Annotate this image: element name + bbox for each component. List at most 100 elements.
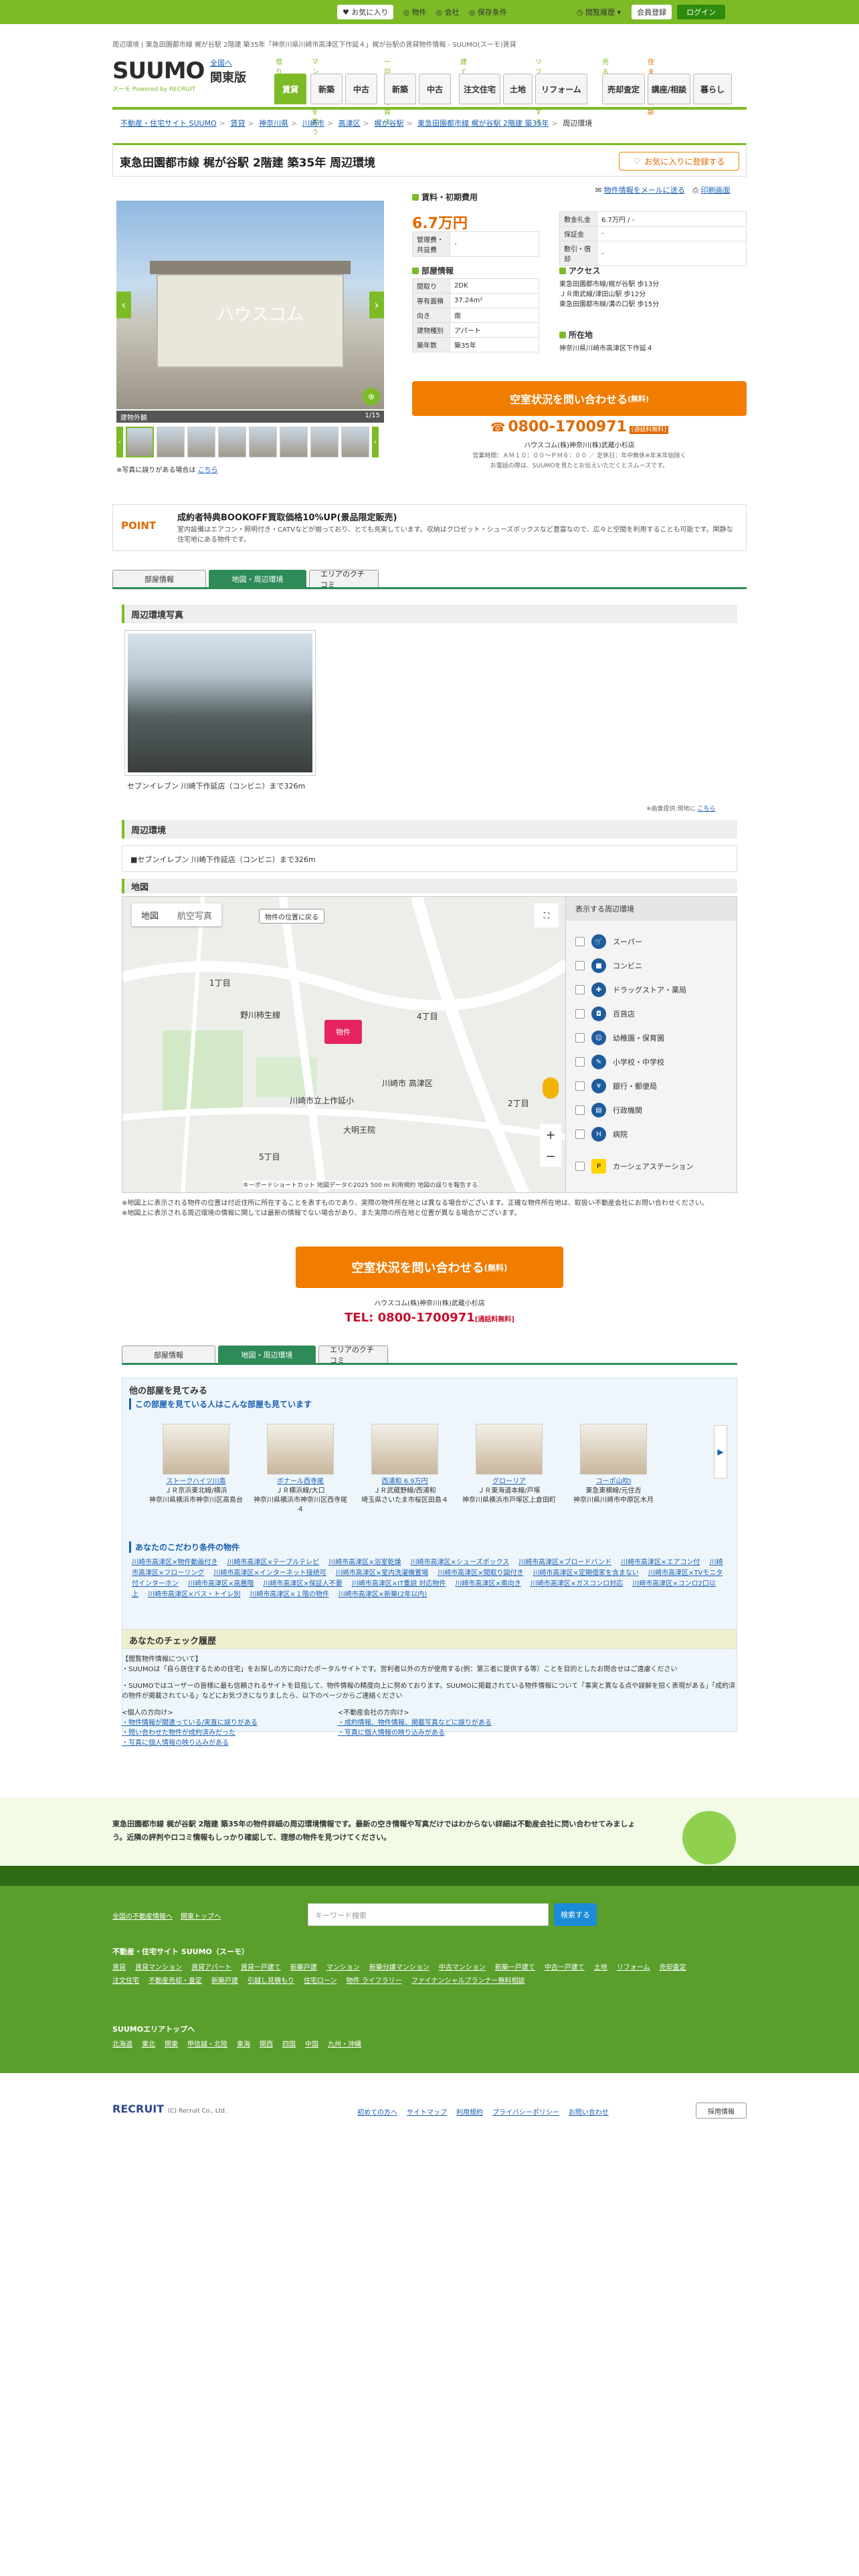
keyword-search-button[interactable]: 検索する — [554, 1903, 597, 1926]
report-link[interactable]: ・成約情報、物件情報、掲載写真などに誤りがある — [338, 1718, 492, 1728]
keyword-link[interactable]: 川崎市高津区×高層階 — [188, 1580, 254, 1588]
bottom-link[interactable]: サイトマップ — [407, 2109, 447, 2117]
keyword-link[interactable]: 川崎市高津区×テーブルテレビ — [227, 1559, 319, 1566]
keyword-link[interactable]: 川崎市高津区×ブロードバンド — [518, 1559, 611, 1566]
poi-drugstore[interactable]: ✚ ドラッグストア・薬局 — [575, 982, 686, 997]
bottom-link[interactable]: プライバシーポリシー — [492, 2109, 559, 2117]
map-type-map[interactable]: 地図 — [132, 903, 168, 926]
poi-school[interactable]: ✎ 小学校・中学校 — [575, 1055, 664, 1069]
nav-tab-reform[interactable]: リフォーム — [535, 74, 587, 104]
favorites-link[interactable]: ♥ お気に入り — [337, 5, 394, 19]
room-card[interactable]: ストークハイツ川島 ＪＲ京浜東北線/横浜 神奈川県横浜市神奈川区高島台 — [149, 1424, 243, 1505]
property-history-link[interactable]: ◎ 物件 — [403, 7, 426, 17]
bottom-link[interactable]: お問い合わせ — [569, 2109, 609, 2117]
poi-government[interactable]: ▤ 行政機関 — [575, 1103, 642, 1117]
checkbox[interactable] — [575, 1081, 585, 1091]
nav-tab-rent[interactable]: 賃貸 — [274, 74, 306, 104]
next-photo-button[interactable]: › — [369, 292, 384, 318]
company-history-link[interactable]: ◎ 会社 — [436, 7, 459, 17]
footer-link[interactable]: 土地 — [594, 1964, 607, 1971]
poi-carshare[interactable]: P カーシェアステーション — [575, 1159, 694, 1174]
tab-reviews[interactable]: エリアのクチコミ — [318, 1346, 388, 1365]
crumb-station[interactable]: 梶が谷駅 — [374, 119, 403, 128]
crumb-property[interactable]: 東急田園都市線 梶が谷駅 2階建 築35年 — [417, 119, 549, 128]
env-photo[interactable] — [124, 630, 316, 776]
crumb-kawasaki[interactable]: 川崎市 — [302, 119, 324, 128]
keyword-link[interactable]: 川崎市高津区×保証人不要 — [263, 1580, 342, 1588]
keyword-link[interactable]: 川崎市高津区×浴室乾燥 — [328, 1559, 401, 1566]
photo-note-link[interactable]: こちら — [198, 467, 218, 474]
report-link[interactable]: ・写真に個人情報の映り込みがある — [122, 1738, 258, 1748]
poi-department[interactable]: ◘ 百貨店 — [575, 1006, 635, 1021]
checkbox[interactable] — [575, 1162, 585, 1171]
room-card[interactable]: コーポ山吹Ⅰ 東急東横線/元住吉 神奈川県川崎市中原区木月 — [567, 1424, 660, 1505]
nav-tab-custom[interactable]: 注文住宅 — [459, 74, 500, 104]
suumo-logo[interactable]: SUUMO スーモ Powered by RECRUIT — [112, 58, 206, 93]
keyword-link[interactable]: 川崎市高津区×インターネット接続可 — [213, 1570, 326, 1577]
checkbox[interactable] — [575, 1057, 585, 1067]
zoom-in-icon[interactable]: + — [545, 1128, 555, 1142]
keyword-link[interactable]: 川崎市高津区×新築(2年以内) — [339, 1591, 427, 1598]
footer-area-link[interactable]: 九州・沖縄 — [328, 2041, 361, 2048]
footer-link[interactable]: 賃貸アパート — [191, 1964, 231, 1971]
nav-tab-sell[interactable]: 売却査定 — [602, 74, 645, 104]
nav-tab-new-house[interactable]: 新築 — [384, 74, 416, 104]
footer-area-link[interactable]: 北海道 — [112, 2041, 132, 2048]
keyword-link[interactable]: 川崎市高津区×バス・トイレ別 — [148, 1591, 240, 1598]
footer-link[interactable]: 物件 ライフラリー — [347, 1977, 402, 1985]
nav-tab-consult[interactable]: 講座/相談 — [648, 74, 690, 104]
footer-link[interactable]: 賃貸 — [112, 1964, 126, 1971]
crumb-suumo[interactable]: 不動産・住宅サイト SUUMO — [120, 119, 217, 128]
room-card-name[interactable]: ストークハイツ川島 — [149, 1477, 243, 1487]
crumb-kanagawa[interactable]: 神奈川県 — [259, 119, 288, 128]
keyword-link[interactable]: 川崎市高津区×間取り図付き — [438, 1570, 523, 1577]
thumbnail[interactable] — [341, 427, 369, 457]
zoom-out-icon[interactable]: − — [545, 1150, 555, 1164]
env-note-link[interactable]: こちら — [697, 806, 715, 813]
history-menu[interactable]: ◷ 閲覧履歴 ▾ — [577, 7, 621, 17]
bottom-link[interactable]: 利用規約 — [456, 2109, 483, 2117]
keyword-link[interactable]: 川崎市高津区×物件動画付き — [132, 1559, 217, 1566]
poi-hospital[interactable]: H 病院 — [575, 1127, 628, 1142]
keyword-link[interactable]: 川崎市高津区×ガスコンロ対応 — [531, 1580, 623, 1588]
room-card[interactable]: 西浦和 6.9万円 ＪＲ武蔵野線/西浦和 埼玉県さいたま市桜区田島４ — [358, 1424, 452, 1505]
fullscreen-icon[interactable]: ⛶ — [535, 903, 559, 928]
login-button[interactable]: ログイン — [677, 5, 726, 19]
room-card-name[interactable]: ボナール西寺尾 — [254, 1477, 347, 1487]
poi-nursery[interactable]: ☺ 幼稚園・保育園 — [575, 1031, 664, 1045]
inquiry-button[interactable]: 空室状況を問い合わせる (無料) — [412, 381, 747, 416]
checkbox[interactable] — [575, 961, 585, 970]
footer-area-link[interactable]: 関東 — [165, 2041, 178, 2048]
footer-link[interactable]: マンション — [326, 1964, 360, 1971]
thumbnail[interactable] — [126, 427, 154, 457]
room-card-name[interactable]: グローリア — [462, 1477, 556, 1487]
footer-area-link[interactable]: 東海 — [237, 2041, 250, 2048]
footer-link[interactable]: 売却査定 — [660, 1964, 686, 1971]
tab-room-info[interactable]: 部屋情報 — [122, 1346, 215, 1363]
carousel-next-icon[interactable]: ▶ — [714, 1425, 727, 1479]
footer-link[interactable]: リフォーム — [617, 1964, 650, 1971]
room-card-name[interactable]: コーポ山吹Ⅰ — [567, 1477, 660, 1487]
keyword-link[interactable]: 川崎市高津区×エアコン付 — [621, 1559, 700, 1566]
thumbnail[interactable] — [310, 427, 339, 457]
footer-link[interactable]: 新築戸建 — [211, 1977, 238, 1985]
phone-number-bottom[interactable]: 0800-1700971 — [378, 1311, 475, 1325]
checkbox[interactable] — [575, 1105, 585, 1115]
footer-link[interactable]: 新築戸建 — [290, 1964, 317, 1971]
footer-link[interactable]: ファイナンシャルプランナー無料相談 — [411, 1977, 525, 1985]
tab-reviews[interactable]: エリアのクチコミ — [309, 570, 379, 589]
report-link[interactable]: ・問い合わせた物件が成約済みだった — [122, 1728, 258, 1738]
map-area[interactable]: 地図 航空写真 物件の位置に戻る ⛶ 野川柿生線 川崎市 高津区 4丁目 1丁目… — [122, 896, 737, 1193]
footer-link[interactable]: 新築分譲マンション — [369, 1964, 430, 1971]
report-link[interactable]: ・写真に個人情報の映り込みがある — [338, 1728, 492, 1738]
checkbox[interactable] — [575, 1009, 585, 1018]
region-change-link[interactable]: 全国へ — [210, 58, 260, 68]
prev-photo-button[interactable]: ‹ — [116, 292, 131, 318]
thumb-next-button[interactable]: › — [372, 427, 379, 457]
poi-supermarket[interactable]: 🛒 スーパー — [575, 934, 642, 949]
keyword-link[interactable]: 川崎市高津区×南向き — [455, 1580, 520, 1588]
footer-link[interactable]: 関東トップへ — [181, 1913, 221, 1921]
keyword-search-input[interactable]: キーワード検索 — [308, 1903, 549, 1926]
tab-map-env[interactable]: 地図・周辺環境 — [209, 570, 306, 587]
pegman-icon[interactable] — [543, 1077, 559, 1099]
